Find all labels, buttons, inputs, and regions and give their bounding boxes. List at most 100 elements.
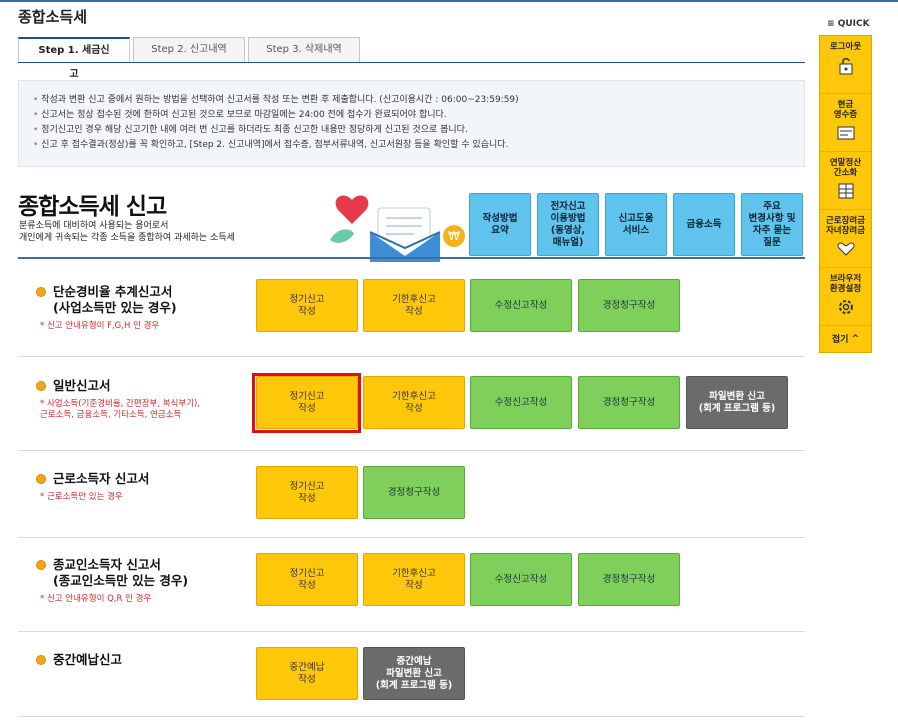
correction-claim-button[interactable]: 경정청구작성 (363, 466, 465, 519)
section-divider (18, 356, 805, 357)
quick-menu-title: QUICK (837, 19, 870, 29)
section-divider (18, 450, 805, 451)
quick-item-label: 연말정산 간소화 (829, 158, 862, 178)
amended-filing-button[interactable]: 수정신고작성 (470, 376, 572, 429)
quick-menu-header: ≡ QUICK (827, 19, 870, 29)
button-label: 기한후신고 작성 (392, 390, 436, 414)
button-label: 전자신고 이용방법 (동영상, 매뉴얼) (550, 200, 586, 248)
button-label: 정기신고 작성 (289, 567, 325, 591)
top-border (0, 0, 898, 2)
chevron-up-icon: ^ (848, 333, 860, 344)
bullet-icon (36, 655, 46, 665)
button-label: 기한후신고 작성 (392, 293, 436, 317)
correction-claim-button[interactable]: 경정청구작성 (578, 553, 680, 606)
section-title: 종교인소득자 신고서 (53, 557, 161, 572)
interim-filing-button[interactable]: 중간예납 작성 (256, 647, 358, 700)
button-label: 중간예납 작성 (289, 661, 325, 685)
tab-step2[interactable]: Step 2. 신고내역 (133, 37, 245, 63)
section-subtitle: (종교인소득만 있는 경우) (53, 573, 189, 588)
year-end-settlement-button[interactable]: 연말정산 간소화 (820, 152, 871, 210)
filing-help-button[interactable]: 신고도움 서비스 (605, 193, 667, 256)
heart-hand-icon (836, 242, 855, 256)
button-label: 기한후신고 작성 (392, 567, 436, 591)
tab-step3[interactable]: Step 3. 삭제내역 (248, 37, 360, 63)
notice-item: 신고서는 정상 접수된 것에 한하여 신고된 것으로 보므로 마감일에는 24:… (33, 108, 790, 123)
logout-button[interactable]: 로그아웃 (820, 36, 871, 94)
quick-item-label: 근로장려금 자녀장려금 (825, 216, 866, 236)
section-note: * 신고 안내유형이 F,G,H 인 경우 (40, 321, 160, 331)
browser-settings-button[interactable]: 브라우저 환경설정 (820, 268, 871, 326)
hero-title: 종합소득세 신고 (18, 194, 167, 220)
section-simple-expense: 단순경비율 추계신고서 (사업소득만 있는 경우) * 신고 안내유형이 F,G,… (36, 284, 177, 332)
document-grid-icon (838, 183, 853, 199)
financial-income-button[interactable]: 금융소득 (673, 193, 735, 256)
hero-description: 분류소득에 대비하여 사용되는 용어로서 개인에게 귀속되는 각종 소득을 종합… (19, 220, 235, 244)
interim-file-conversion-button[interactable]: 중간예납 파일변환 신고 (회계 프로그램 등) (363, 647, 465, 700)
page-title: 종합소득세 (18, 8, 88, 26)
bullet-icon (36, 381, 46, 391)
button-label: 작성방법 요약 (482, 212, 518, 236)
regular-filing-button[interactable]: 정기신고 작성 (256, 553, 358, 606)
amended-filing-button[interactable]: 수정신고작성 (470, 553, 572, 606)
section-earned-income: 근로소득자 신고서 * 근로소득만 있는 경우 (36, 471, 149, 503)
section-subtitle: (사업소득만 있는 경우) (53, 300, 177, 315)
gear-icon (838, 300, 853, 314)
hero-desc-line: 분류소득에 대비하여 사용되는 용어로서 (19, 221, 169, 231)
highlight-box (252, 373, 361, 433)
quick-links: 작성방법 요약 전자신고 이용방법 (동영상, 매뉴얼) 신고도움 서비스 금융… (469, 193, 803, 256)
menu-icon: ≡ (827, 19, 838, 29)
section-note: * 신고 안내유형이 Q,R 인 경우 (40, 594, 152, 604)
padlock-icon (839, 58, 852, 75)
section-divider (18, 257, 805, 259)
bullet-icon (36, 560, 46, 570)
section-note: * 근로소득만 있는 경우 (40, 492, 123, 502)
button-label: 수정신고작성 (494, 299, 548, 311)
section-divider (18, 537, 805, 538)
late-filing-button[interactable]: 기한후신고 작성 (363, 279, 465, 332)
button-label: 파일변환 신고 (회계 프로그램 등) (698, 390, 776, 414)
incentive-button[interactable]: 근로장려금 자녀장려금 (820, 210, 871, 268)
button-label: 수정신고작성 (494, 396, 548, 408)
section-note: * 사업소득(기준경비율, 간편장부, 복식부기), (40, 399, 201, 409)
file-conversion-button[interactable]: 파일변환 신고 (회계 프로그램 등) (686, 376, 788, 429)
amended-filing-button[interactable]: 수정신고작성 (470, 279, 572, 332)
button-label: 경정청구작성 (602, 396, 656, 408)
correction-claim-button[interactable]: 경정청구작성 (578, 376, 680, 429)
button-label: 수정신고작성 (494, 573, 548, 585)
late-filing-button[interactable]: 기한후신고 작성 (363, 553, 465, 606)
late-filing-button[interactable]: 기한후신고 작성 (363, 376, 465, 429)
collapse-button[interactable]: 접기 ^ (820, 326, 871, 351)
receipt-icon (837, 126, 854, 140)
correction-claim-button[interactable]: 경정청구작성 (578, 279, 680, 332)
cash-receipt-button[interactable]: 현금 영수증 (820, 94, 871, 152)
button-label: 정기신고 작성 (289, 293, 325, 317)
tab-underline (18, 62, 805, 63)
bullet-icon (36, 287, 46, 297)
quick-item-label: 로그아웃 (829, 42, 862, 52)
notice-box: 작성과 변환 신고 중에서 원하는 방법을 선택하여 신고서를 작성 또는 변환… (18, 80, 805, 167)
step-tabs: Step 1. 세금신고 Step 2. 신고내역 Step 3. 삭제내역 (18, 37, 363, 80)
tax-illustration-icon: ₩ (330, 195, 465, 262)
notice-item: 정기신고인 경우 해당 신고기한 내에 여러 번 신고를 하더라도 최종 신고한… (33, 123, 790, 138)
section-interim-prepayment: 중간예납신고 (36, 652, 122, 668)
summary-guide-button[interactable]: 작성방법 요약 (469, 193, 531, 256)
tab-step1[interactable]: Step 1. 세금신고 (18, 37, 130, 80)
section-note: 근로소득, 금융소득, 기타소득, 연금소득 (40, 410, 182, 420)
faq-button[interactable]: 주요 변경사항 및 자주 묻는 질문 (741, 193, 803, 256)
e-filing-guide-button[interactable]: 전자신고 이용방법 (동영상, 매뉴얼) (537, 193, 599, 256)
regular-filing-button[interactable]: 정기신고 작성 (256, 279, 358, 332)
notice-item: 작성과 변환 신고 중에서 원하는 방법을 선택하여 신고서를 작성 또는 변환… (33, 93, 790, 108)
section-religious-income: 종교인소득자 신고서 (종교인소득만 있는 경우) * 신고 안내유형이 Q,R … (36, 557, 188, 605)
section-title: 중간예납신고 (53, 652, 123, 667)
button-label: 정기신고 작성 (289, 480, 325, 504)
button-label: 신고도움 서비스 (618, 212, 654, 236)
section-title: 근로소득자 신고서 (53, 471, 150, 486)
quick-item-label: 브라우저 환경설정 (829, 274, 862, 294)
section-divider (18, 631, 805, 632)
button-label: 주요 변경사항 및 자주 묻는 질문 (748, 200, 796, 248)
regular-filing-button[interactable]: 정기신고 작성 (256, 466, 358, 519)
button-label: 경정청구작성 (602, 299, 656, 311)
quick-item-label: 현금 영수증 (833, 100, 858, 120)
hero-desc-line: 개인에게 귀속되는 각종 소득을 종합하여 과세하는 소득세 (19, 233, 235, 243)
section-general: 일반신고서 * 사업소득(기준경비율, 간편장부, 복식부기), 근로소득, 금융… (36, 378, 200, 421)
